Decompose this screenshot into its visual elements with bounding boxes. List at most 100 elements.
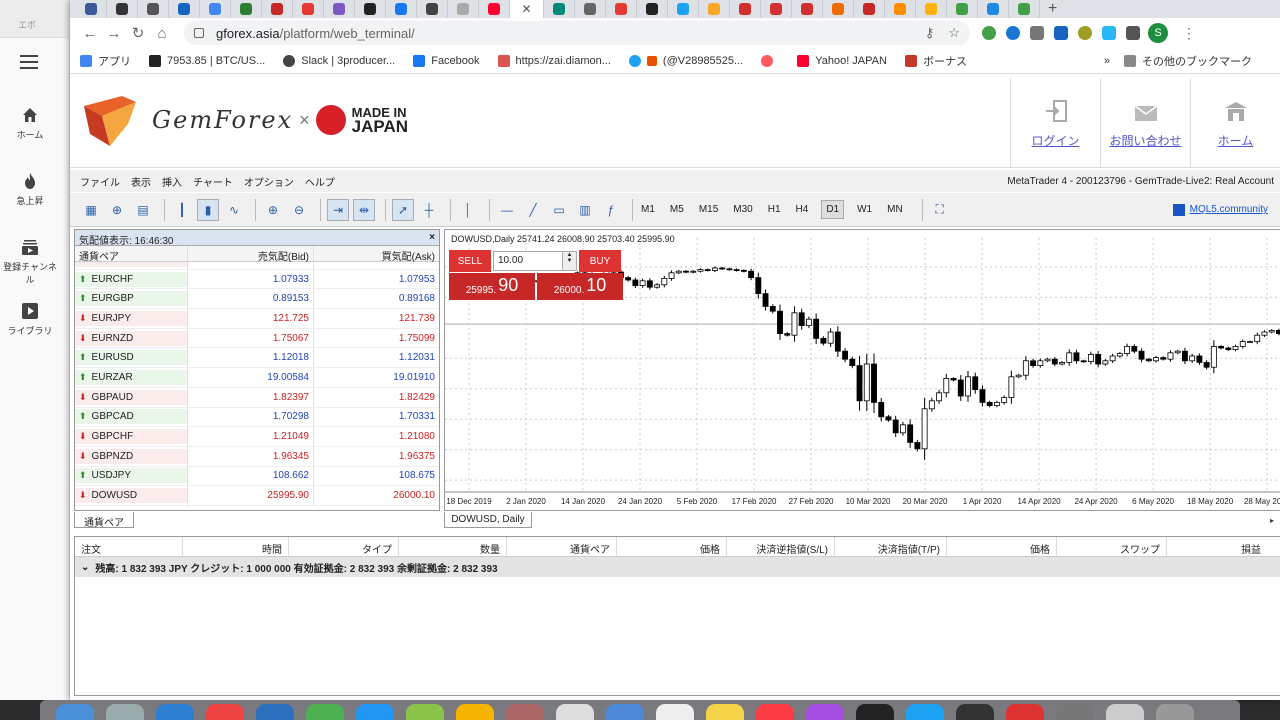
browser-tab[interactable] xyxy=(823,0,854,18)
bookmark-apps[interactable]: アプリ xyxy=(80,53,131,69)
dock-app-icon[interactable] xyxy=(956,704,994,720)
col-type[interactable]: タイプ xyxy=(289,537,399,556)
market-watch-row[interactable]: ⬇ EURJPY 121.725 121.739 xyxy=(75,309,439,329)
browser-tab[interactable] xyxy=(606,0,637,18)
dock-app-icon[interactable] xyxy=(206,704,244,720)
vertical-line-icon[interactable]: │ xyxy=(457,199,479,221)
dock-app-icon[interactable] xyxy=(706,704,744,720)
extension-icon[interactable] xyxy=(1078,26,1092,40)
extension-icon[interactable] xyxy=(982,26,996,40)
trendline-icon[interactable]: ╱ xyxy=(522,199,544,221)
star-icon[interactable]: ☆ xyxy=(948,25,960,41)
close-icon[interactable]: × xyxy=(429,232,435,243)
browser-tab[interactable] xyxy=(200,0,231,18)
menu-view[interactable]: 表示 xyxy=(131,174,151,189)
bookmark-btc[interactable]: 7953.85 | BTC/US... xyxy=(149,54,265,67)
tab-scroll-icon[interactable]: ▸ xyxy=(1270,516,1274,525)
cursor-icon[interactable]: ➚ xyxy=(392,198,414,221)
home-link[interactable]: ホーム xyxy=(1218,134,1254,148)
col-price-current[interactable]: 価格 xyxy=(947,537,1057,556)
browser-tab-active[interactable]: ✕ xyxy=(510,0,544,18)
sidebar-item-subscriptions[interactable]: 登録チャンネル xyxy=(0,238,60,286)
sell-price[interactable]: 25995. 90 xyxy=(449,273,535,300)
close-tab-icon[interactable]: ✕ xyxy=(521,2,531,16)
extension-icon[interactable] xyxy=(1126,26,1140,40)
menu-insert[interactable]: 挿入 xyxy=(162,174,182,189)
dock-app-icon[interactable] xyxy=(506,704,544,720)
market-watch-row[interactable]: ⬆ EURGBP 0.89153 0.89168 xyxy=(75,289,439,310)
browser-tab[interactable] xyxy=(575,0,606,18)
col-volume[interactable]: 数量 xyxy=(399,537,507,556)
col-symbol[interactable]: 通貨ペア xyxy=(507,537,617,556)
timeframe-w1[interactable]: W1 xyxy=(855,201,874,218)
timeframe-m5[interactable]: M5 xyxy=(668,201,686,218)
horizontal-line-icon[interactable]: — xyxy=(496,199,518,221)
browser-tab[interactable] xyxy=(699,0,730,18)
sidebar-item-trending[interactable]: 急上昇 xyxy=(0,172,60,207)
bookmark-twitter[interactable]: (@V28985525... xyxy=(628,54,743,67)
market-watch-row[interactable]: ⬆ EURZAR 19.00584 19.01910 xyxy=(75,368,439,388)
header-link-login[interactable]: ログイン xyxy=(1010,78,1100,168)
col-order[interactable]: 注文 xyxy=(75,537,183,556)
browser-tab[interactable] xyxy=(947,0,978,18)
buy-price[interactable]: 26000. 10 xyxy=(537,273,623,300)
header-link-contact[interactable]: お問い合わせ xyxy=(1100,78,1190,168)
new-tab-button[interactable]: + xyxy=(1048,0,1057,18)
dock-app-icon[interactable] xyxy=(106,704,144,720)
extension-icon[interactable] xyxy=(1054,26,1068,40)
login-link[interactable]: ログイン xyxy=(1031,134,1079,148)
sidebar-item-library[interactable]: ライブラリ xyxy=(0,302,60,337)
crosshair-icon[interactable]: ┼ xyxy=(418,199,440,221)
templates-icon[interactable]: ▤ xyxy=(132,199,154,221)
timeframe-m15[interactable]: M15 xyxy=(697,201,720,218)
market-watch-row[interactable]: ⬇ DOWUSD 25995.90 26000.10 xyxy=(75,486,439,506)
menu-help[interactable]: ヘルプ xyxy=(305,174,335,189)
col-tp[interactable]: 決済指値(T/P) xyxy=(835,537,947,556)
buy-button[interactable]: BUY xyxy=(579,250,621,272)
bookmark-airbnb[interactable] xyxy=(761,54,779,67)
market-watch-row[interactable]: ⬇ EURCAD 1.518421.51864 xyxy=(75,262,439,270)
collapse-chevron-icon[interactable]: ⌄ xyxy=(81,562,89,573)
dock-app-icon[interactable] xyxy=(56,704,94,720)
dock-app-icon[interactable] xyxy=(356,704,394,720)
home-icon[interactable]: ⌂ xyxy=(150,25,174,42)
browser-tab[interactable] xyxy=(169,0,200,18)
market-watch-row[interactable]: ⬇ EURNZD 1.75067 1.75099 xyxy=(75,328,439,349)
market-watch-row[interactable]: ⬇ GBPCHF 1.21049 1.21080 xyxy=(75,427,439,447)
sidebar-item-home[interactable]: ホーム xyxy=(0,106,60,141)
col-swap[interactable]: スワップ xyxy=(1057,537,1167,556)
timeframe-mn[interactable]: MN xyxy=(885,201,905,218)
timeframe-m1[interactable]: M1 xyxy=(639,201,657,218)
tab-symbols[interactable]: 通貨ペア xyxy=(74,512,134,529)
bar-chart-icon[interactable]: ┃ xyxy=(171,199,193,221)
browser-tab[interactable] xyxy=(76,0,107,18)
col-ask[interactable]: 買気配(Ask) xyxy=(313,246,439,263)
mql5-community-link[interactable]: MQL5.community xyxy=(1172,203,1268,216)
text-icon[interactable]: ▭ xyxy=(548,199,570,221)
address-bar[interactable]: gforex.asia/platform/web_terminal/ ⚷ ☆ xyxy=(184,21,970,45)
dock-app-icon[interactable] xyxy=(256,704,294,720)
dock-app-icon[interactable] xyxy=(856,704,894,720)
browser-tab[interactable] xyxy=(978,0,1009,18)
indicators-icon[interactable]: ƒ xyxy=(600,199,622,221)
more-menu-icon[interactable]: ⋮ xyxy=(1182,25,1196,42)
col-sl[interactable]: 決済逆指値(S/L) xyxy=(727,537,835,556)
chart-window[interactable]: 18 Dec 2019 2 Jan 2020 14 Jan 2020 24 Jan 2… xyxy=(444,229,1280,511)
dock-app-icon[interactable] xyxy=(906,704,944,720)
browser-tab[interactable] xyxy=(1009,0,1040,18)
fullscreen-icon[interactable]: ⛶ xyxy=(929,199,951,221)
bookmark-slack[interactable]: Slack | 3producer... xyxy=(283,54,395,67)
market-watch-row[interactable]: ⬇ GBPNZD 1.96345 1.96375 xyxy=(75,446,439,467)
tab-chart-dowusd[interactable]: DOWUSD, Daily xyxy=(444,512,532,528)
lot-spinner-icon[interactable]: ▲ ▼ xyxy=(562,252,576,270)
browser-tab[interactable] xyxy=(138,0,169,18)
browser-tab[interactable] xyxy=(386,0,417,18)
fibonacci-icon[interactable]: ▥ xyxy=(574,199,596,221)
hamburger-menu-icon[interactable] xyxy=(20,55,38,69)
contact-link[interactable]: お問い合わせ xyxy=(1109,134,1181,148)
browser-tab[interactable] xyxy=(262,0,293,18)
market-watch-row[interactable]: ⬆ GBPCAD 1.70298 1.70331 xyxy=(75,407,439,428)
col-symbol[interactable]: 通貨ペア xyxy=(75,246,187,263)
chart-shift-icon[interactable]: ⇹ xyxy=(353,198,375,221)
dock-app-icon[interactable] xyxy=(156,704,194,720)
